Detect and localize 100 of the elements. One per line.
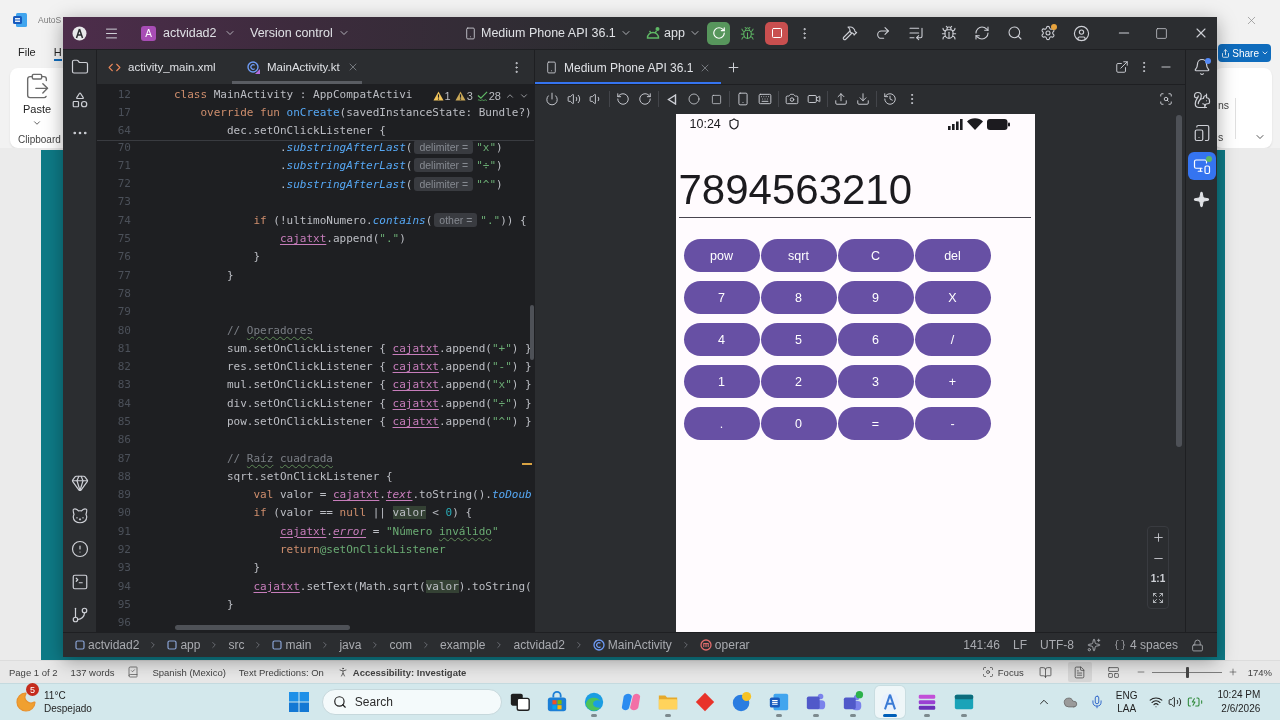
device-tab[interactable]: Medium Phone API 36.1 — [535, 50, 722, 84]
clock[interactable]: 10:24 PM 2/6/2026 — [1217, 688, 1261, 716]
keyboard-icon[interactable] — [758, 92, 772, 106]
language-indicator[interactable]: ENG LAA — [1115, 689, 1138, 715]
scan-search-icon[interactable] — [1159, 92, 1173, 106]
store-icon[interactable] — [545, 691, 568, 713]
zoom-level[interactable]: 174% — [1247, 666, 1272, 678]
phone-icon[interactable] — [464, 26, 477, 40]
line-separator[interactable]: LF — [1012, 638, 1027, 652]
zoom-in-icon[interactable] — [1151, 531, 1165, 544]
calculator-key[interactable]: / — [914, 323, 991, 356]
chevron-down-icon[interactable] — [1261, 49, 1269, 57]
branch-icon[interactable] — [70, 606, 89, 624]
share-button[interactable]: Share — [1218, 44, 1271, 62]
search-field[interactable]: Search — [321, 689, 502, 715]
stop-icon[interactable] — [770, 27, 783, 39]
warning-marker-icon[interactable] — [522, 463, 532, 465]
book-check-icon[interactable] — [127, 666, 140, 678]
scrollbar[interactable] — [175, 625, 350, 630]
breadcrumb[interactable]: main — [272, 638, 312, 652]
folder-icon[interactable] — [70, 58, 89, 76]
text-predictions[interactable]: Text Predictions: On — [238, 666, 324, 678]
calculator-key[interactable]: pow — [683, 239, 760, 272]
calculator-key[interactable]: 4 — [683, 323, 760, 356]
start-icon[interactable] — [287, 691, 310, 713]
weak-warning-count[interactable]: 3 — [454, 90, 473, 102]
volume-up-icon[interactable] — [567, 92, 581, 106]
power-icon[interactable] — [545, 92, 559, 106]
device-selector[interactable]: Medium Phone API 36.1 — [460, 20, 621, 46]
zoom-slider-thumb[interactable] — [1185, 666, 1189, 678]
phone-icon[interactable] — [736, 92, 750, 106]
bell-icon[interactable] — [1192, 58, 1211, 76]
calculator-key[interactable]: 8 — [760, 281, 837, 314]
external-link-icon[interactable] — [1115, 60, 1129, 74]
calculator-key[interactable]: - — [914, 407, 991, 440]
paste-button[interactable]: Paste — [18, 72, 56, 128]
overview-icon[interactable] — [710, 93, 722, 105]
scrollbar[interactable] — [1176, 115, 1182, 447]
camera-icon[interactable] — [785, 92, 799, 106]
chevron-down-icon[interactable] — [519, 91, 529, 101]
history-icon[interactable] — [883, 92, 897, 106]
menu-tab[interactable]: H — [53, 45, 62, 61]
user-icon[interactable] — [1073, 24, 1090, 42]
stop-button[interactable] — [765, 21, 788, 45]
rotate-right-icon[interactable] — [638, 92, 652, 106]
settings-icon[interactable] — [1040, 25, 1056, 41]
video-icon[interactable] — [807, 92, 821, 106]
calculator-key[interactable]: 2 — [760, 365, 837, 398]
ribbon-label[interactable]: s — [1218, 131, 1224, 143]
home-icon[interactable] — [688, 93, 700, 105]
share-icon[interactable] — [1221, 48, 1231, 58]
display-field[interactable]: 7894563210 — [678, 166, 1031, 218]
calculator-key[interactable]: C — [837, 239, 914, 272]
layout-icon[interactable] — [1107, 665, 1121, 679]
upload-icon[interactable] — [834, 92, 848, 106]
circles-icon[interactable] — [730, 691, 753, 713]
bug-icon[interactable] — [941, 25, 957, 41]
rotate-left-icon[interactable] — [616, 92, 630, 106]
phone-screen-icon[interactable] — [1192, 157, 1211, 175]
calculator-key[interactable]: sqrt — [760, 239, 837, 272]
calculator-key[interactable]: + — [914, 365, 991, 398]
plus-icon[interactable] — [726, 59, 742, 75]
team-icon[interactable] — [841, 691, 864, 713]
focus-button[interactable]: Focus — [981, 666, 1024, 678]
chevron-up-icon[interactable] — [505, 91, 515, 101]
editor-tab[interactable]: activity_main.xml — [97, 50, 232, 84]
swirl-icon[interactable] — [619, 691, 642, 713]
cloud-icon[interactable] — [1062, 694, 1078, 710]
squirrel-icon[interactable] — [1192, 91, 1211, 109]
tool-window-button[interactable] — [1187, 152, 1216, 180]
calculator-key[interactable]: = — [837, 407, 914, 440]
bug-icon[interactable] — [740, 25, 755, 41]
calculator-key[interactable]: 6 — [837, 323, 914, 356]
back-icon[interactable] — [667, 93, 677, 105]
breadcrumb[interactable]: app — [167, 638, 201, 652]
breadcrumb[interactable]: actvidad2 — [513, 638, 565, 652]
volume-icon[interactable] — [1168, 695, 1183, 709]
book-icon[interactable] — [1039, 665, 1053, 679]
terminal-icon[interactable] — [70, 573, 89, 591]
scrollbar[interactable] — [530, 305, 534, 360]
maximize-icon[interactable] — [1155, 26, 1168, 40]
word-count[interactable]: 137 words — [70, 666, 115, 678]
wifi-icon[interactable] — [1149, 695, 1164, 709]
microphone-icon[interactable] — [1089, 695, 1104, 709]
list-icon[interactable] — [908, 25, 924, 41]
devices-icon[interactable] — [1192, 124, 1211, 142]
page-icon[interactable] — [1073, 665, 1087, 679]
project-selector[interactable]: A actvidad2 — [139, 20, 233, 46]
calculator-key[interactable]: 5 — [760, 323, 837, 356]
search-icon[interactable] — [1007, 25, 1023, 41]
breadcrumb[interactable]: MainActivity — [592, 638, 672, 652]
task-view-icon[interactable] — [508, 691, 531, 713]
calculator-key[interactable]: 3 — [837, 365, 914, 398]
file-encoding[interactable]: UTF-8 — [1039, 638, 1074, 652]
calculator-key[interactable]: X — [914, 281, 991, 314]
hammer-icon[interactable] — [842, 25, 858, 41]
menu-tab[interactable]: File — [18, 45, 36, 61]
warning-count[interactable]: 1 — [432, 90, 451, 102]
caret-position[interactable]: 141:46 — [963, 638, 1000, 652]
language[interactable]: Spanish (Mexico) — [152, 666, 226, 678]
